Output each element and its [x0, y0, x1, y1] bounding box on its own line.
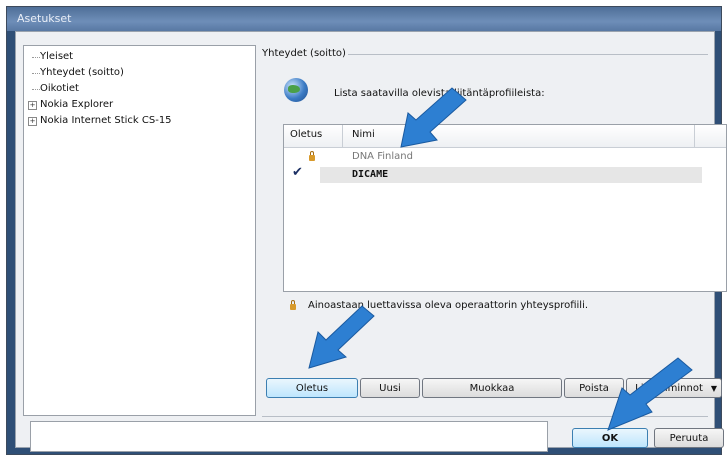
profile-name: DNA Finland: [352, 151, 413, 162]
list-item-selected[interactable]: DICAME: [320, 167, 702, 183]
tree-item-nokia-explorer[interactable]: Nokia Explorer: [40, 99, 113, 110]
column-separator[interactable]: [694, 125, 695, 147]
tree-connector: [32, 89, 40, 90]
more-actions-label: Lisätoiminnot: [635, 383, 703, 394]
default-button[interactable]: Oletus: [266, 378, 358, 398]
globe-icon: [284, 78, 308, 102]
tree-expand-icon[interactable]: +: [28, 117, 37, 126]
readonly-note: Ainoastaan luettavissa oleva operaattori…: [308, 300, 589, 311]
profile-list[interactable]: Oletus Nimi DNA Finland DICAME ✔: [283, 124, 727, 292]
column-separator[interactable]: [342, 125, 343, 147]
lock-icon: [309, 151, 315, 161]
tree-item-shortcuts[interactable]: Oikotiet: [40, 83, 79, 94]
tree-item-dialup-connections[interactable]: Yhteydet (soitto): [40, 67, 124, 78]
settings-tree[interactable]: Yleiset Yhteydet (soitto) Oikotiet + Nok…: [23, 45, 256, 416]
delete-button[interactable]: Poista: [564, 378, 624, 398]
title-bar[interactable]: Asetukset: [7, 7, 721, 31]
edit-button[interactable]: Muokkaa: [422, 378, 562, 398]
group-divider: [348, 54, 708, 55]
tree-connector: [32, 57, 40, 58]
column-header-default[interactable]: Oletus: [290, 129, 322, 140]
dropdown-arrow-icon: ▼: [710, 384, 717, 393]
list-item[interactable]: DNA Finland: [284, 149, 726, 165]
new-button[interactable]: Uusi: [360, 378, 420, 398]
cancel-button[interactable]: Peruuta: [654, 428, 724, 448]
tree-connector: [32, 73, 40, 74]
group-title: Yhteydet (soitto): [262, 48, 346, 59]
checkmark-icon: ✔: [292, 165, 303, 180]
list-header: Oletus Nimi: [284, 125, 726, 148]
tree-item-general[interactable]: Yleiset: [40, 51, 73, 62]
ok-button[interactable]: OK: [572, 428, 648, 448]
column-header-name[interactable]: Nimi: [352, 129, 375, 140]
lock-icon: [290, 300, 296, 310]
more-actions-button[interactable]: Lisätoiminnot ▼: [626, 378, 722, 398]
profile-name: DICAME: [352, 169, 389, 180]
window-title: Asetukset: [17, 12, 72, 25]
settings-window: Asetukset Yleiset Yhteydet (soitto) Oiko…: [6, 6, 727, 455]
tree-item-nokia-internet-stick[interactable]: Nokia Internet Stick CS-15: [40, 115, 172, 126]
bottom-divider: [262, 416, 708, 417]
tree-expand-icon[interactable]: +: [28, 101, 37, 110]
dialog-body: Yleiset Yhteydet (soitto) Oikotiet + Nok…: [15, 31, 727, 452]
status-field: [30, 421, 548, 452]
list-caption: Lista saatavilla olevista liitäntäprofii…: [334, 88, 545, 99]
